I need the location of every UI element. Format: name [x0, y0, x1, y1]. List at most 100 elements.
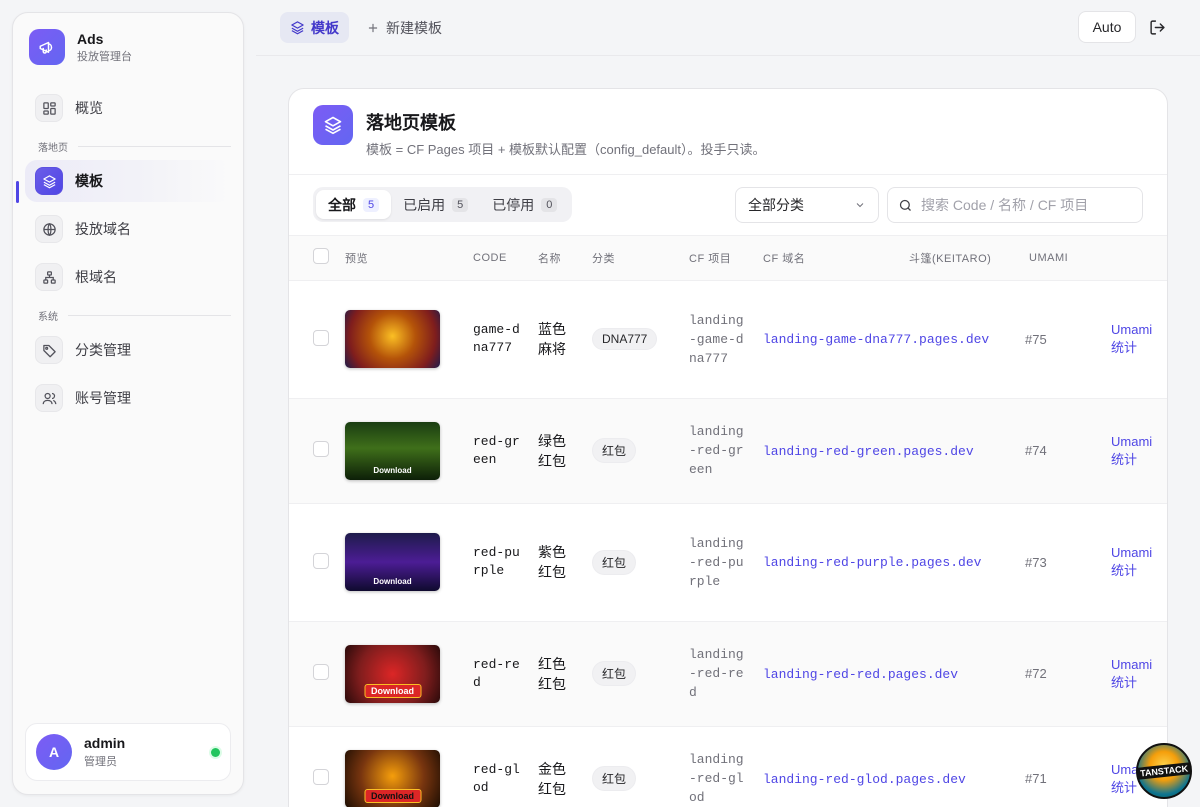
sidebar-item-overview[interactable]: 概览 [25, 87, 231, 129]
table-row[interactable]: Download red-red 红色红包 红包 landing-red-red… [289, 620, 1167, 726]
brand-title: Ads [77, 30, 104, 47]
status-tab-enabled[interactable]: 已启用 5 [391, 190, 480, 219]
row-checkbox[interactable] [313, 664, 329, 680]
cf-domain-link[interactable]: landing-red-purple.pages.dev [763, 555, 981, 570]
user-card[interactable]: A admin 管理员 [25, 723, 231, 781]
cf-domain-link[interactable]: landing-red-glod.pages.dev [763, 772, 966, 787]
table-row[interactable]: game-dna777 蓝色麻将 DNA777 landing-game-dna… [289, 279, 1167, 398]
sidebar-item-categories[interactable]: 分类管理 [25, 329, 231, 371]
topbar: 模板 新建模板 Auto [256, 0, 1200, 56]
sidebar-item-templates[interactable]: 模板 [25, 160, 231, 202]
templates-table: 预览 CODE 名称 分类 CF 项目 CF 域名 斗篷(KEITARO) UM… [289, 236, 1167, 807]
preview-thumbnail[interactable]: Download [345, 533, 440, 591]
code-cell: red-glod [473, 725, 538, 807]
category-badge: 红包 [592, 766, 637, 792]
brand: Ads 投放管理台 [29, 29, 132, 65]
row-checkbox[interactable] [313, 441, 329, 457]
column-header: CF 域名 [763, 252, 806, 265]
sidebar-item-label: 投放域名 [75, 221, 131, 237]
cf-project-cell: landing-red-red [689, 620, 763, 726]
count-badge: 5 [452, 197, 469, 212]
sidebar-item-label: 模板 [75, 173, 103, 189]
column-header: 预览 [345, 252, 368, 265]
brand-subtitle: 投放管理台 [77, 50, 132, 63]
row-checkbox[interactable] [313, 329, 329, 346]
sidebar-item-label: 分类管理 [75, 342, 131, 358]
sidebar-item-label: 根域名 [75, 269, 117, 285]
cf-project-cell: landing-red-glod [689, 725, 763, 807]
row-checkbox[interactable] [313, 552, 329, 569]
category-badge: 红包 [592, 549, 637, 575]
page-description: 模板 = CF Pages 项目 + 模板默认配置（config_default… [366, 142, 766, 157]
column-header: UMAMI [1029, 251, 1069, 264]
preview-thumbnail[interactable]: Download [345, 421, 440, 480]
name-cell: 紫色红包 [538, 502, 592, 621]
search-input[interactable] [921, 197, 1131, 213]
logout-icon[interactable] [1146, 16, 1168, 38]
status-tab-all[interactable]: 全部 5 [316, 190, 392, 219]
dashboard-icon [35, 94, 63, 122]
name-cell: 红色红包 [538, 620, 592, 726]
globe-icon [35, 215, 63, 243]
column-header: CF 项目 [689, 252, 732, 265]
cf-project-cell: landing-red-purple [689, 502, 763, 621]
active-indicator [16, 181, 19, 203]
code-cell: red-red [473, 620, 538, 726]
online-status-dot [211, 747, 220, 757]
preview-thumbnail[interactable]: Download [345, 749, 440, 807]
tanstack-devtools-button[interactable]: TANSTACK [1136, 743, 1192, 799]
table-row[interactable]: Download red-glod 金色红包 红包 landing-red-gl… [289, 725, 1167, 807]
category-badge: 红包 [592, 438, 637, 463]
column-header: 斗篷(KEITARO) [909, 252, 992, 265]
tab-templates[interactable]: 模板 [280, 12, 349, 43]
table-header-row: 预览 CODE 名称 分类 CF 项目 CF 域名 斗篷(KEITARO) UM… [289, 236, 1167, 280]
name-cell: 绿色红包 [538, 397, 592, 503]
keitaro-id: #71 [1025, 771, 1047, 787]
table-row[interactable]: Download red-green 绿色红包 红包 landing-red-g… [289, 397, 1167, 503]
card-header: 落地页模板 模板 = CF Pages 项目 + 模板默认配置（config_d… [289, 89, 1167, 175]
cf-domain-link[interactable]: landing-red-red.pages.dev [763, 667, 958, 682]
umami-link[interactable]: Umami 统计 [1111, 433, 1152, 469]
select-all-checkbox[interactable] [313, 248, 329, 265]
theme-toggle-button[interactable]: Auto [1078, 11, 1136, 43]
cf-project-cell: landing-game-dna777 [689, 279, 763, 398]
sidebar-item-root-domains[interactable]: 根域名 [25, 256, 231, 298]
cf-domain-link[interactable]: landing-red-green.pages.dev [763, 444, 974, 459]
layers-icon [313, 105, 353, 145]
umami-link[interactable]: Umami 统计 [1111, 656, 1152, 692]
sitemap-icon [35, 263, 63, 291]
sidebar-item-accounts[interactable]: 账号管理 [25, 377, 231, 419]
status-tab-disabled[interactable]: 已停用 0 [480, 190, 569, 219]
table-row[interactable]: Download red-purple 紫色红包 红包 landing-red-… [289, 502, 1167, 621]
count-badge: 0 [541, 197, 558, 212]
row-checkbox[interactable] [313, 769, 329, 786]
umami-link[interactable]: Umami 统计 [1111, 321, 1152, 357]
page-title: 落地页模板 [366, 113, 456, 133]
search-icon [899, 199, 911, 211]
umami-link[interactable]: Umami 统计 [1111, 544, 1152, 580]
tab-new-template[interactable]: 新建模板 [356, 12, 452, 43]
column-header: 名称 [538, 252, 561, 265]
preview-thumbnail[interactable]: Download [345, 644, 440, 703]
code-cell: red-purple [473, 502, 538, 621]
column-header: 分类 [592, 252, 615, 265]
sidebar: Ads 投放管理台 概览 落地页 模板 投放域名 根域名 系统 分类管理 账号管… [12, 12, 244, 795]
section-system: 系统 [38, 308, 231, 323]
filter-bar: 全部 5 已启用 5 已停用 0 全部分类 [289, 175, 1167, 236]
column-header: CODE [473, 251, 507, 264]
plus-icon [368, 23, 378, 32]
category-badge: DNA777 [592, 328, 658, 350]
sidebar-item-domains[interactable]: 投放域名 [25, 208, 231, 250]
user-name: admin [84, 735, 126, 751]
code-cell: red-green [473, 397, 538, 503]
megaphone-icon [29, 29, 65, 65]
keitaro-id: #75 [1025, 331, 1047, 347]
users-icon [35, 384, 63, 412]
code-cell: game-dna777 [473, 279, 538, 398]
sidebar-item-label: 账号管理 [75, 390, 131, 406]
category-select[interactable]: 全部分类 [735, 187, 879, 223]
count-badge: 5 [363, 197, 380, 212]
keitaro-id: #74 [1025, 443, 1047, 458]
cf-domain-link[interactable]: landing-game-dna777.pages.dev [763, 332, 989, 347]
preview-thumbnail[interactable] [345, 310, 440, 368]
